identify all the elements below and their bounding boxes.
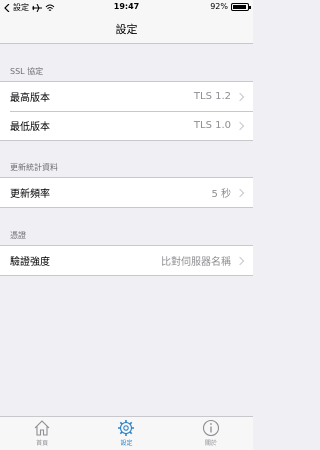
row-label: 最高版本 [10,93,50,104]
navigation-bar: 設定 [0,14,253,44]
group-stats: 更新頻率 5 秒 [0,177,253,208]
row-verification-strength[interactable]: 驗證強度 比對伺服器名稱 [0,246,253,275]
tab-label: 設定 [120,440,133,447]
row-label: 更新頻率 [10,189,50,200]
section-header-ssl: SSL 協定 [10,67,44,76]
chevron-right-icon [235,188,245,197]
battery-percent: 92% [210,2,228,11]
tab-label: 關於 [204,440,217,447]
tab-bar: 首頁 設定 關於 [0,416,253,450]
info-icon [202,419,219,437]
group-ssl: 最高版本 TLS 1.2 最低版本 TLS 1.0 [0,81,253,141]
row-max-version[interactable]: 最高版本 TLS 1.2 [0,82,253,111]
chevron-right-icon [235,256,245,265]
row-min-version[interactable]: 最低版本 TLS 1.0 [0,111,253,140]
row-update-frequency[interactable]: 更新頻率 5 秒 [0,178,253,207]
status-bar: 設定 19:47 92% [0,0,253,14]
row-label: 最低版本 [10,122,50,133]
row-label: 驗證強度 [10,257,50,268]
tab-settings[interactable]: 設定 [84,417,168,450]
chevron-right-icon [235,92,245,101]
gear-icon [118,420,135,436]
tab-label: 首頁 [36,440,49,447]
section-header-certificate: 憑證 [10,231,26,240]
tab-home[interactable]: 首頁 [0,417,84,450]
page-title: 設定 [115,22,138,36]
battery-icon [231,2,251,11]
row-value: 5 秒 [211,189,231,200]
row-value: TLS 1.0 [193,120,231,131]
chevron-right-icon [235,121,245,130]
row-value: 比對伺服器名稱 [161,257,231,268]
tab-about[interactable]: 關於 [169,417,253,450]
row-value: TLS 1.2 [193,91,231,102]
home-icon [34,420,50,436]
status-right: 92% [210,2,251,11]
section-header-stats: 更新統計資料 [10,163,58,172]
group-certificate: 驗證強度 比對伺服器名稱 [0,245,253,276]
